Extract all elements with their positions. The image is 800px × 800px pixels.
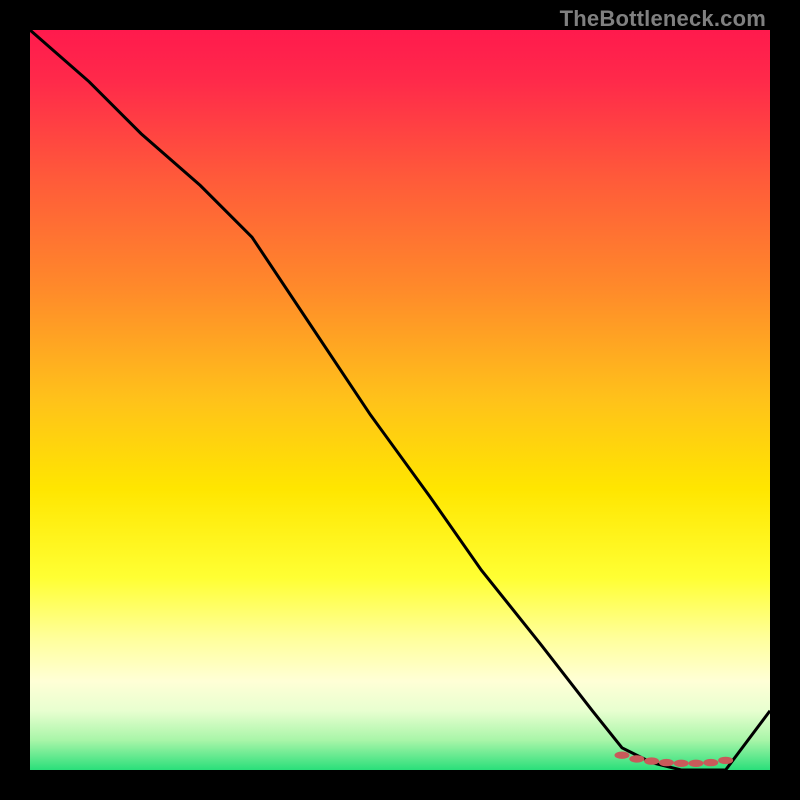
curve-layer (30, 30, 770, 770)
optimal-marker (645, 758, 659, 764)
optimal-marker (719, 757, 733, 763)
bottleneck-curve (30, 30, 770, 770)
optimal-marker (674, 760, 688, 766)
watermark-text: TheBottleneck.com (560, 6, 766, 32)
chart-stage: TheBottleneck.com (0, 0, 800, 800)
plot-area (30, 30, 770, 770)
optimal-marker (630, 756, 644, 762)
optimal-marker (704, 759, 718, 765)
optimal-marker (659, 759, 673, 765)
optimal-marker (689, 760, 703, 766)
optimal-marker (615, 752, 629, 758)
